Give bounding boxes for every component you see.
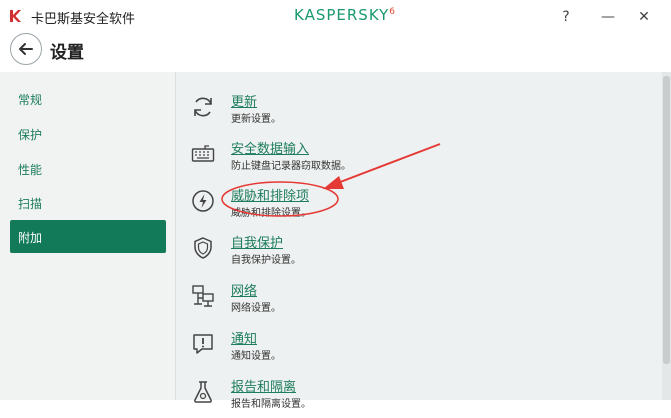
brand-logo: KASPERSKY6 [294,6,396,24]
settings-item-network: 网络 网络设置。 [176,278,656,322]
settings-link-network[interactable]: 网络 [231,280,257,299]
settings-desc-network: 网络设置。 [231,303,281,314]
settings-content: 更新 更新设置。 安全数据输入 防止键盘记录器窃取数据。 威胁和排除项 威胁和排… [176,72,671,410]
settings-sidebar: 常规 保护 性能 扫描 附加 [0,72,176,400]
minimize-button[interactable]: — [594,6,622,28]
settings-desc-reports: 报告和隔离设置。 [231,399,311,410]
page-header: 设置 [0,32,671,72]
settings-link-notifications[interactable]: 通知 [231,328,257,347]
sidebar-item-label: 性能 [18,163,43,177]
network-icon [192,285,214,307]
sidebar-item-general[interactable]: 常规 [10,82,166,115]
sidebar-item-label: 常规 [18,93,43,107]
page-title: 设置 [50,43,84,63]
settings-item-self-defense: 自我保护 自我保护设置。 [176,230,656,274]
settings-desc-secure-input: 防止键盘记录器窃取数据。 [231,161,351,172]
refresh-icon [194,97,212,117]
flask-icon [194,381,212,403]
sidebar-item-additional[interactable]: 附加 [10,220,166,253]
sidebar-item-protection[interactable]: 保护 [10,117,166,150]
settings-link-threats[interactable]: 威胁和排除项 [231,185,309,204]
sidebar-item-label: 附加 [18,231,43,245]
keyboard-icon [191,145,215,162]
brand-badge: 6 [389,7,397,17]
settings-item-reports: 报告和隔离 报告和隔离设置。 [176,374,656,418]
sidebar-item-label: 保护 [18,128,43,142]
settings-link-self-defense[interactable]: 自我保护 [231,232,283,251]
kaspersky-logo-icon [10,10,21,22]
settings-link-update[interactable]: 更新 [231,91,257,110]
settings-desc-self-defense: 自我保护设置。 [231,255,301,266]
sidebar-item-scan[interactable]: 扫描 [10,186,166,219]
lightning-icon [192,190,214,212]
close-button[interactable]: ✕ [630,6,658,28]
window-title: 卡巴斯基安全软件 [31,12,136,27]
title-bar: 卡巴斯基安全软件 KASPERSKY6 ? — ✕ [0,0,671,32]
back-button[interactable] [10,33,42,65]
settings-item-notifications: 通知 通知设置。 [176,326,656,370]
notification-icon [193,334,213,354]
settings-item-update: 更新 更新设置。 [176,89,656,133]
settings-link-secure-input[interactable]: 安全数据输入 [231,138,309,157]
shield-icon [194,237,212,259]
brand-name: KASPERSKY [294,6,390,24]
settings-desc-notifications: 通知设置。 [231,351,281,362]
settings-desc-threats: 威胁和排除设置。 [231,208,311,219]
settings-link-reports[interactable]: 报告和隔离 [231,376,296,395]
arrow-left-icon [19,43,33,55]
sidebar-item-label: 扫描 [18,197,43,211]
scrollbar-thumb[interactable] [663,76,670,364]
settings-item-secure-input: 安全数据输入 防止键盘记录器窃取数据。 [176,136,656,180]
sidebar-item-performance[interactable]: 性能 [10,152,166,185]
settings-item-threats: 威胁和排除项 威胁和排除设置。 [176,183,656,227]
settings-desc-update: 更新设置。 [231,114,281,125]
help-button[interactable]: ? [552,6,580,28]
